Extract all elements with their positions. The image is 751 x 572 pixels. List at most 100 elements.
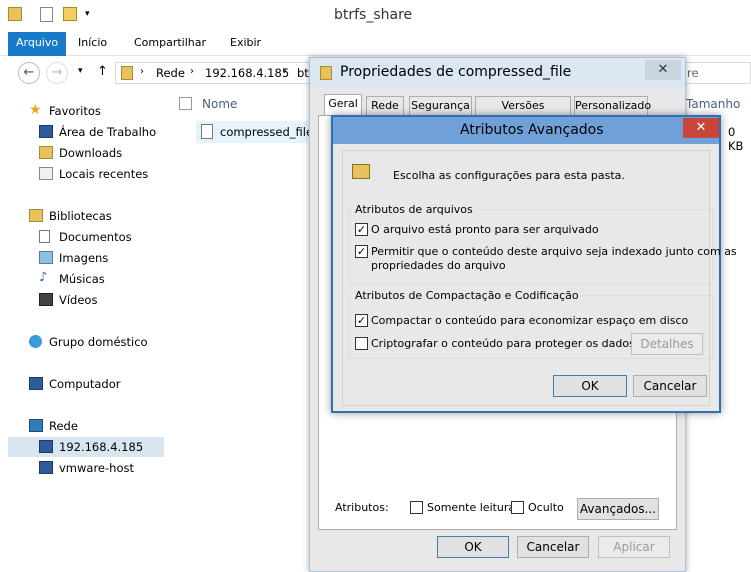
computer-icon (29, 377, 43, 390)
nav-computador[interactable]: Computador (29, 374, 164, 394)
search-placeholder: re (687, 66, 699, 80)
close-button[interactable]: ✕ (645, 60, 681, 80)
nav-label: Locais recentes (59, 167, 149, 181)
nav-musicas[interactable]: ♪ Músicas (39, 269, 164, 289)
navigation-pane: ★ Favoritos Área de Trabalho Downloads L… (0, 95, 168, 572)
column-header-name[interactable]: Nome (202, 97, 237, 111)
chevron-down-icon[interactable]: ▾ (85, 9, 90, 19)
recent-places-icon (39, 167, 53, 180)
libraries-icon (29, 209, 43, 222)
folder-icon (8, 7, 22, 21)
nav-label: Downloads (59, 146, 123, 160)
breadcrumb[interactable]: › Rede › 192.168.4.185 › bt (115, 62, 315, 84)
nav-area-de-trabalho[interactable]: Área de Trabalho (39, 122, 164, 142)
nav-vmware-host[interactable]: vmware-host (39, 458, 164, 478)
ok-button[interactable]: OK (437, 536, 509, 558)
nav-rede-host-selected[interactable]: 192.168.4.185 (8, 437, 164, 457)
nav-videos[interactable]: Vídeos (39, 290, 164, 310)
index-label-line1: Permitir que o conteúdo deste arquivo se… (371, 245, 737, 258)
ok-button[interactable]: OK (553, 375, 627, 397)
tab-geral[interactable]: Geral (324, 94, 362, 116)
advanced-button[interactable]: Avançados... (577, 498, 659, 520)
tab-arquivo[interactable]: Arquivo (8, 32, 67, 56)
advanced-title: Atributos Avançados (460, 122, 604, 138)
breadcrumb-host[interactable]: 192.168.4.185 (205, 66, 289, 80)
nav-bibliotecas[interactable]: Bibliotecas (29, 206, 164, 226)
nav-label: Favoritos (49, 104, 101, 118)
nav-label: Documentos (59, 230, 132, 244)
nav-label: Vídeos (59, 293, 98, 307)
tab-rede[interactable]: Rede (366, 96, 404, 116)
file-icon (201, 124, 213, 139)
tab-seguranca[interactable]: Segurança (409, 96, 472, 116)
file-attributes-group-label: Atributos de arquivos (352, 203, 476, 216)
nav-label: Área de Trabalho (59, 125, 157, 139)
compress-label: Compactar o conteúdo para economizar esp… (371, 314, 689, 327)
nav-label: Bibliotecas (49, 209, 112, 223)
network-icon (121, 66, 133, 80)
network-computer-icon (39, 440, 53, 453)
column-header-size[interactable]: Tamanho (686, 97, 740, 111)
encrypt-checkbox[interactable] (355, 337, 368, 350)
search-input[interactable]: re (678, 62, 751, 84)
downloads-icon (39, 146, 53, 159)
network-icon (29, 419, 43, 432)
properties-icon[interactable] (40, 7, 53, 22)
nav-locais-recentes[interactable]: Locais recentes (39, 164, 164, 184)
pictures-icon (39, 251, 53, 264)
select-all-checkbox[interactable] (179, 97, 192, 110)
explorer-title-bar: ▾ btrfs_share (0, 0, 751, 32)
tab-exibir[interactable]: Exibir (222, 32, 269, 56)
cancel-button[interactable]: Cancelar (517, 536, 589, 558)
attributes-label: Atributos: (335, 501, 389, 514)
new-folder-icon[interactable] (63, 7, 77, 21)
up-arrow-icon[interactable]: ↑ (97, 64, 108, 79)
file-name: compressed_file (220, 125, 314, 139)
close-button[interactable]: ✕ (683, 118, 719, 138)
nav-label: Grupo doméstico (49, 335, 148, 349)
nav-label: Rede (49, 419, 78, 433)
archive-label: O arquivo está pronto para ser arquivado (371, 223, 599, 236)
back-button[interactable]: ← (18, 62, 40, 84)
tab-inicio[interactable]: Início (70, 32, 115, 56)
apply-button: Aplicar (598, 536, 670, 558)
hidden-checkbox[interactable] (511, 501, 524, 514)
advanced-attributes-dialog: Atributos Avançados ✕ Escolha as configu… (331, 115, 737, 413)
breadcrumb-rede[interactable]: Rede (156, 66, 185, 80)
nav-grupo-domestico[interactable]: Grupo doméstico (29, 332, 164, 352)
breadcrumb-share[interactable]: bt (297, 66, 309, 80)
file-row[interactable]: compressed_file (196, 121, 313, 143)
compress-checkbox[interactable]: ✓ (355, 314, 368, 327)
nav-imagens[interactable]: Imagens (39, 248, 164, 268)
readonly-label: Somente leitura (427, 501, 516, 514)
encrypt-label: Criptografar o conteúdo para proteger os… (371, 337, 635, 350)
nav-downloads[interactable]: Downloads (39, 143, 164, 163)
file-icon (320, 66, 332, 80)
documents-icon (39, 230, 50, 243)
star-icon: ★ (29, 102, 42, 118)
intro-text: Escolha as configurações para esta pasta… (393, 169, 625, 182)
desktop-icon (39, 125, 53, 138)
tab-personalizado[interactable]: Personalizado (574, 96, 651, 116)
cancel-button[interactable]: Cancelar (633, 375, 707, 397)
homegroup-icon (29, 335, 42, 348)
nav-favoritos[interactable]: ★ Favoritos (29, 101, 164, 121)
window-title: btrfs_share (334, 7, 413, 23)
hidden-label: Oculto (528, 501, 564, 514)
nav-label: Computador (49, 377, 121, 391)
forward-button[interactable]: → (46, 62, 68, 84)
tab-compartilhar[interactable]: Compartilhar (126, 32, 214, 56)
nav-documentos[interactable]: Documentos (39, 227, 164, 247)
file-size: 0 KB (728, 125, 744, 153)
nav-label: vmware-host (59, 461, 134, 475)
ribbon-tabs: Arquivo Início Compartilhar Exibir (0, 32, 751, 56)
chevron-down-icon[interactable]: ▾ (78, 66, 83, 76)
nav-label: Músicas (59, 272, 105, 286)
nav-rede[interactable]: Rede (29, 416, 164, 436)
nav-label: Imagens (59, 251, 109, 265)
details-button: Detalhes (631, 333, 703, 355)
readonly-checkbox[interactable] (410, 501, 423, 514)
index-checkbox[interactable]: ✓ (355, 245, 368, 258)
tab-versoes-anteriores[interactable]: Versões Anteriores (475, 96, 571, 130)
archive-checkbox[interactable]: ✓ (355, 223, 368, 236)
